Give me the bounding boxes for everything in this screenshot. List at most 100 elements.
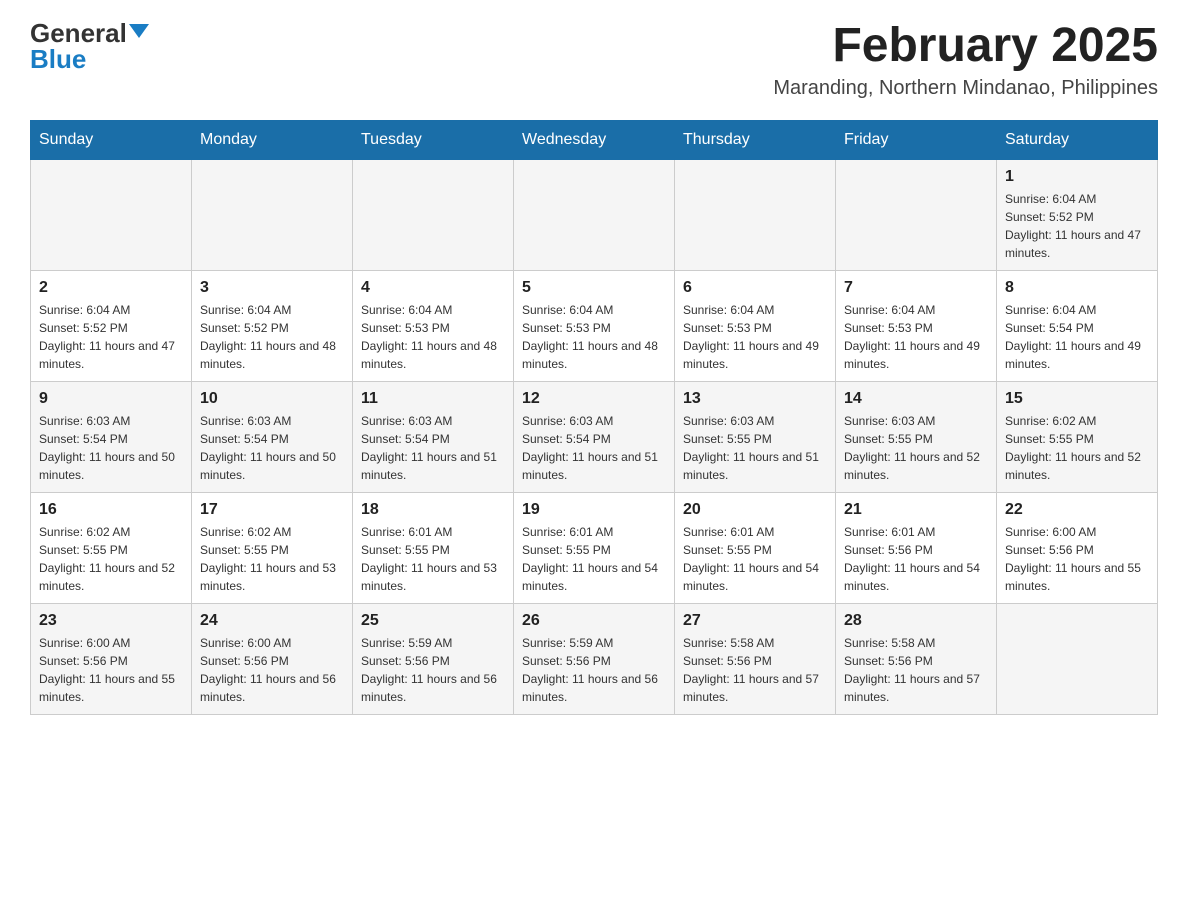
day-number: 5 <box>522 279 666 297</box>
calendar-week-row: 23 Sunrise: 6:00 AM Sunset: 5:56 PM Dayli… <box>31 603 1158 714</box>
weekday-header-thursday: Thursday <box>675 120 836 159</box>
day-number: 16 <box>39 501 183 519</box>
day-number: 17 <box>200 501 344 519</box>
day-info: Sunrise: 6:00 AM Sunset: 5:56 PM Dayligh… <box>1005 523 1149 595</box>
day-info: Sunrise: 5:58 AM Sunset: 5:56 PM Dayligh… <box>683 634 827 706</box>
weekday-header-sunday: Sunday <box>31 120 192 159</box>
day-info: Sunrise: 6:04 AM Sunset: 5:52 PM Dayligh… <box>200 301 344 373</box>
calendar-cell <box>514 159 675 270</box>
day-number: 25 <box>361 612 505 630</box>
calendar-cell: 3 Sunrise: 6:04 AM Sunset: 5:52 PM Daylig… <box>192 270 353 381</box>
day-number: 2 <box>39 279 183 297</box>
day-info: Sunrise: 6:03 AM Sunset: 5:54 PM Dayligh… <box>39 412 183 484</box>
calendar-cell: 4 Sunrise: 6:04 AM Sunset: 5:53 PM Daylig… <box>353 270 514 381</box>
day-info: Sunrise: 6:03 AM Sunset: 5:54 PM Dayligh… <box>361 412 505 484</box>
calendar-week-row: 9Sunrise: 6:03 AM Sunset: 5:54 PM Daylig… <box>31 381 1158 492</box>
calendar-cell <box>353 159 514 270</box>
day-number: 3 <box>200 279 344 297</box>
day-info: Sunrise: 6:04 AM Sunset: 5:52 PM Dayligh… <box>39 301 183 373</box>
day-number: 21 <box>844 501 988 519</box>
day-number: 8 <box>1005 279 1149 297</box>
logo-general-text: General <box>30 20 127 46</box>
weekday-header-tuesday: Tuesday <box>353 120 514 159</box>
title-block: February 2025 Maranding, Northern Mindan… <box>773 20 1158 100</box>
day-number: 20 <box>683 501 827 519</box>
day-number: 11 <box>361 390 505 408</box>
day-number: 26 <box>522 612 666 630</box>
calendar-cell: 9Sunrise: 6:03 AM Sunset: 5:54 PM Daylig… <box>31 381 192 492</box>
calendar-cell <box>675 159 836 270</box>
day-info: Sunrise: 6:03 AM Sunset: 5:55 PM Dayligh… <box>683 412 827 484</box>
calendar-cell: 28Sunrise: 5:58 AM Sunset: 5:56 PM Dayli… <box>836 603 997 714</box>
day-info: Sunrise: 5:59 AM Sunset: 5:56 PM Dayligh… <box>522 634 666 706</box>
day-number: 24 <box>200 612 344 630</box>
calendar-cell: 7Sunrise: 6:04 AM Sunset: 5:53 PM Daylig… <box>836 270 997 381</box>
day-info: Sunrise: 6:04 AM Sunset: 5:53 PM Dayligh… <box>683 301 827 373</box>
day-info: Sunrise: 6:00 AM Sunset: 5:56 PM Dayligh… <box>39 634 183 706</box>
calendar-cell: 12Sunrise: 6:03 AM Sunset: 5:54 PM Dayli… <box>514 381 675 492</box>
calendar-cell: 14 Sunrise: 6:03 AM Sunset: 5:55 PM Dayli… <box>836 381 997 492</box>
weekday-header-friday: Friday <box>836 120 997 159</box>
day-number: 7 <box>844 279 988 297</box>
calendar-cell: 5 Sunrise: 6:04 AM Sunset: 5:53 PM Daylig… <box>514 270 675 381</box>
day-info: Sunrise: 6:04 AM Sunset: 5:53 PM Dayligh… <box>361 301 505 373</box>
day-number: 27 <box>683 612 827 630</box>
day-info: Sunrise: 6:04 AM Sunset: 5:53 PM Dayligh… <box>522 301 666 373</box>
day-number: 4 <box>361 279 505 297</box>
day-info: Sunrise: 6:01 AM Sunset: 5:56 PM Dayligh… <box>844 523 988 595</box>
location-title: Maranding, Northern Mindanao, Philippine… <box>773 77 1158 100</box>
calendar-cell: 24 Sunrise: 6:00 AM Sunset: 5:56 PM Dayli… <box>192 603 353 714</box>
calendar-cell: 18Sunrise: 6:01 AM Sunset: 5:55 PM Dayli… <box>353 492 514 603</box>
calendar-week-row: 1 Sunrise: 6:04 AM Sunset: 5:52 PM Daylig… <box>31 159 1158 270</box>
calendar-cell: 22 Sunrise: 6:00 AM Sunset: 5:56 PM Dayli… <box>997 492 1158 603</box>
logo-blue-text: Blue <box>30 46 86 72</box>
day-info: Sunrise: 6:02 AM Sunset: 5:55 PM Dayligh… <box>200 523 344 595</box>
day-info: Sunrise: 6:03 AM Sunset: 5:54 PM Dayligh… <box>522 412 666 484</box>
day-number: 15 <box>1005 390 1149 408</box>
calendar-cell <box>997 603 1158 714</box>
day-number: 10 <box>200 390 344 408</box>
day-number: 14 <box>844 390 988 408</box>
logo-triangle-icon <box>129 24 149 38</box>
day-number: 13 <box>683 390 827 408</box>
calendar-table: SundayMondayTuesdayWednesdayThursdayFrid… <box>30 120 1158 715</box>
calendar-cell: 23 Sunrise: 6:00 AM Sunset: 5:56 PM Dayli… <box>31 603 192 714</box>
calendar-cell: 16Sunrise: 6:02 AM Sunset: 5:55 PM Dayli… <box>31 492 192 603</box>
calendar-cell: 6 Sunrise: 6:04 AM Sunset: 5:53 PM Daylig… <box>675 270 836 381</box>
calendar-week-row: 2 Sunrise: 6:04 AM Sunset: 5:52 PM Daylig… <box>31 270 1158 381</box>
day-info: Sunrise: 6:01 AM Sunset: 5:55 PM Dayligh… <box>522 523 666 595</box>
calendar-cell: 27 Sunrise: 5:58 AM Sunset: 5:56 PM Dayli… <box>675 603 836 714</box>
day-info: Sunrise: 5:58 AM Sunset: 5:56 PM Dayligh… <box>844 634 988 706</box>
calendar-cell: 21 Sunrise: 6:01 AM Sunset: 5:56 PM Dayli… <box>836 492 997 603</box>
calendar-cell: 13 Sunrise: 6:03 AM Sunset: 5:55 PM Dayli… <box>675 381 836 492</box>
day-info: Sunrise: 6:03 AM Sunset: 5:54 PM Dayligh… <box>200 412 344 484</box>
calendar-cell: 17 Sunrise: 6:02 AM Sunset: 5:55 PM Dayli… <box>192 492 353 603</box>
day-info: Sunrise: 6:00 AM Sunset: 5:56 PM Dayligh… <box>200 634 344 706</box>
day-info: Sunrise: 6:02 AM Sunset: 5:55 PM Dayligh… <box>1005 412 1149 484</box>
calendar-week-row: 16 Sunrise: 6:02 AM Sunset: 5:55 PM Dayli… <box>31 492 1158 603</box>
calendar-cell: 26 Sunrise: 5:59 AM Sunset: 5:56 PM Dayli… <box>514 603 675 714</box>
calendar-cell: 20 Sunrise: 6:01 AM Sunset: 5:55 PM Dayli… <box>675 492 836 603</box>
calendar-cell <box>192 159 353 270</box>
month-title: February 2025 <box>773 20 1158 73</box>
calendar-cell: 10 Sunrise: 6:03 AM Sunset: 5:54 PM Dayli… <box>192 381 353 492</box>
day-number: 1 <box>1005 168 1149 186</box>
day-number: 22 <box>1005 501 1149 519</box>
day-info: Sunrise: 6:04 AM Sunset: 5:54 PM Dayligh… <box>1005 301 1149 373</box>
day-info: Sunrise: 6:01 AM Sunset: 5:55 PM Dayligh… <box>683 523 827 595</box>
day-number: 6 <box>683 279 827 297</box>
calendar-cell: 8 Sunrise: 6:04 AM Sunset: 5:54 PM Daylig… <box>997 270 1158 381</box>
page-header: General Blue February 2025 Maranding, No… <box>30 20 1158 100</box>
day-number: 19 <box>522 501 666 519</box>
calendar-cell: 2 Sunrise: 6:04 AM Sunset: 5:52 PM Daylig… <box>31 270 192 381</box>
calendar-cell: 19 Sunrise: 6:01 AM Sunset: 5:55 PM Dayli… <box>514 492 675 603</box>
day-info: Sunrise: 6:04 AM Sunset: 5:52 PM Dayligh… <box>1005 190 1149 262</box>
calendar-cell: 1 Sunrise: 6:04 AM Sunset: 5:52 PM Daylig… <box>997 159 1158 270</box>
logo: General Blue <box>30 20 149 72</box>
day-number: 23 <box>39 612 183 630</box>
calendar-cell: 15 Sunrise: 6:02 AM Sunset: 5:55 PM Dayli… <box>997 381 1158 492</box>
weekday-header-monday: Monday <box>192 120 353 159</box>
day-info: Sunrise: 6:03 AM Sunset: 5:55 PM Dayligh… <box>844 412 988 484</box>
day-number: 18 <box>361 501 505 519</box>
calendar-header-row: SundayMondayTuesdayWednesdayThursdayFrid… <box>31 120 1158 159</box>
